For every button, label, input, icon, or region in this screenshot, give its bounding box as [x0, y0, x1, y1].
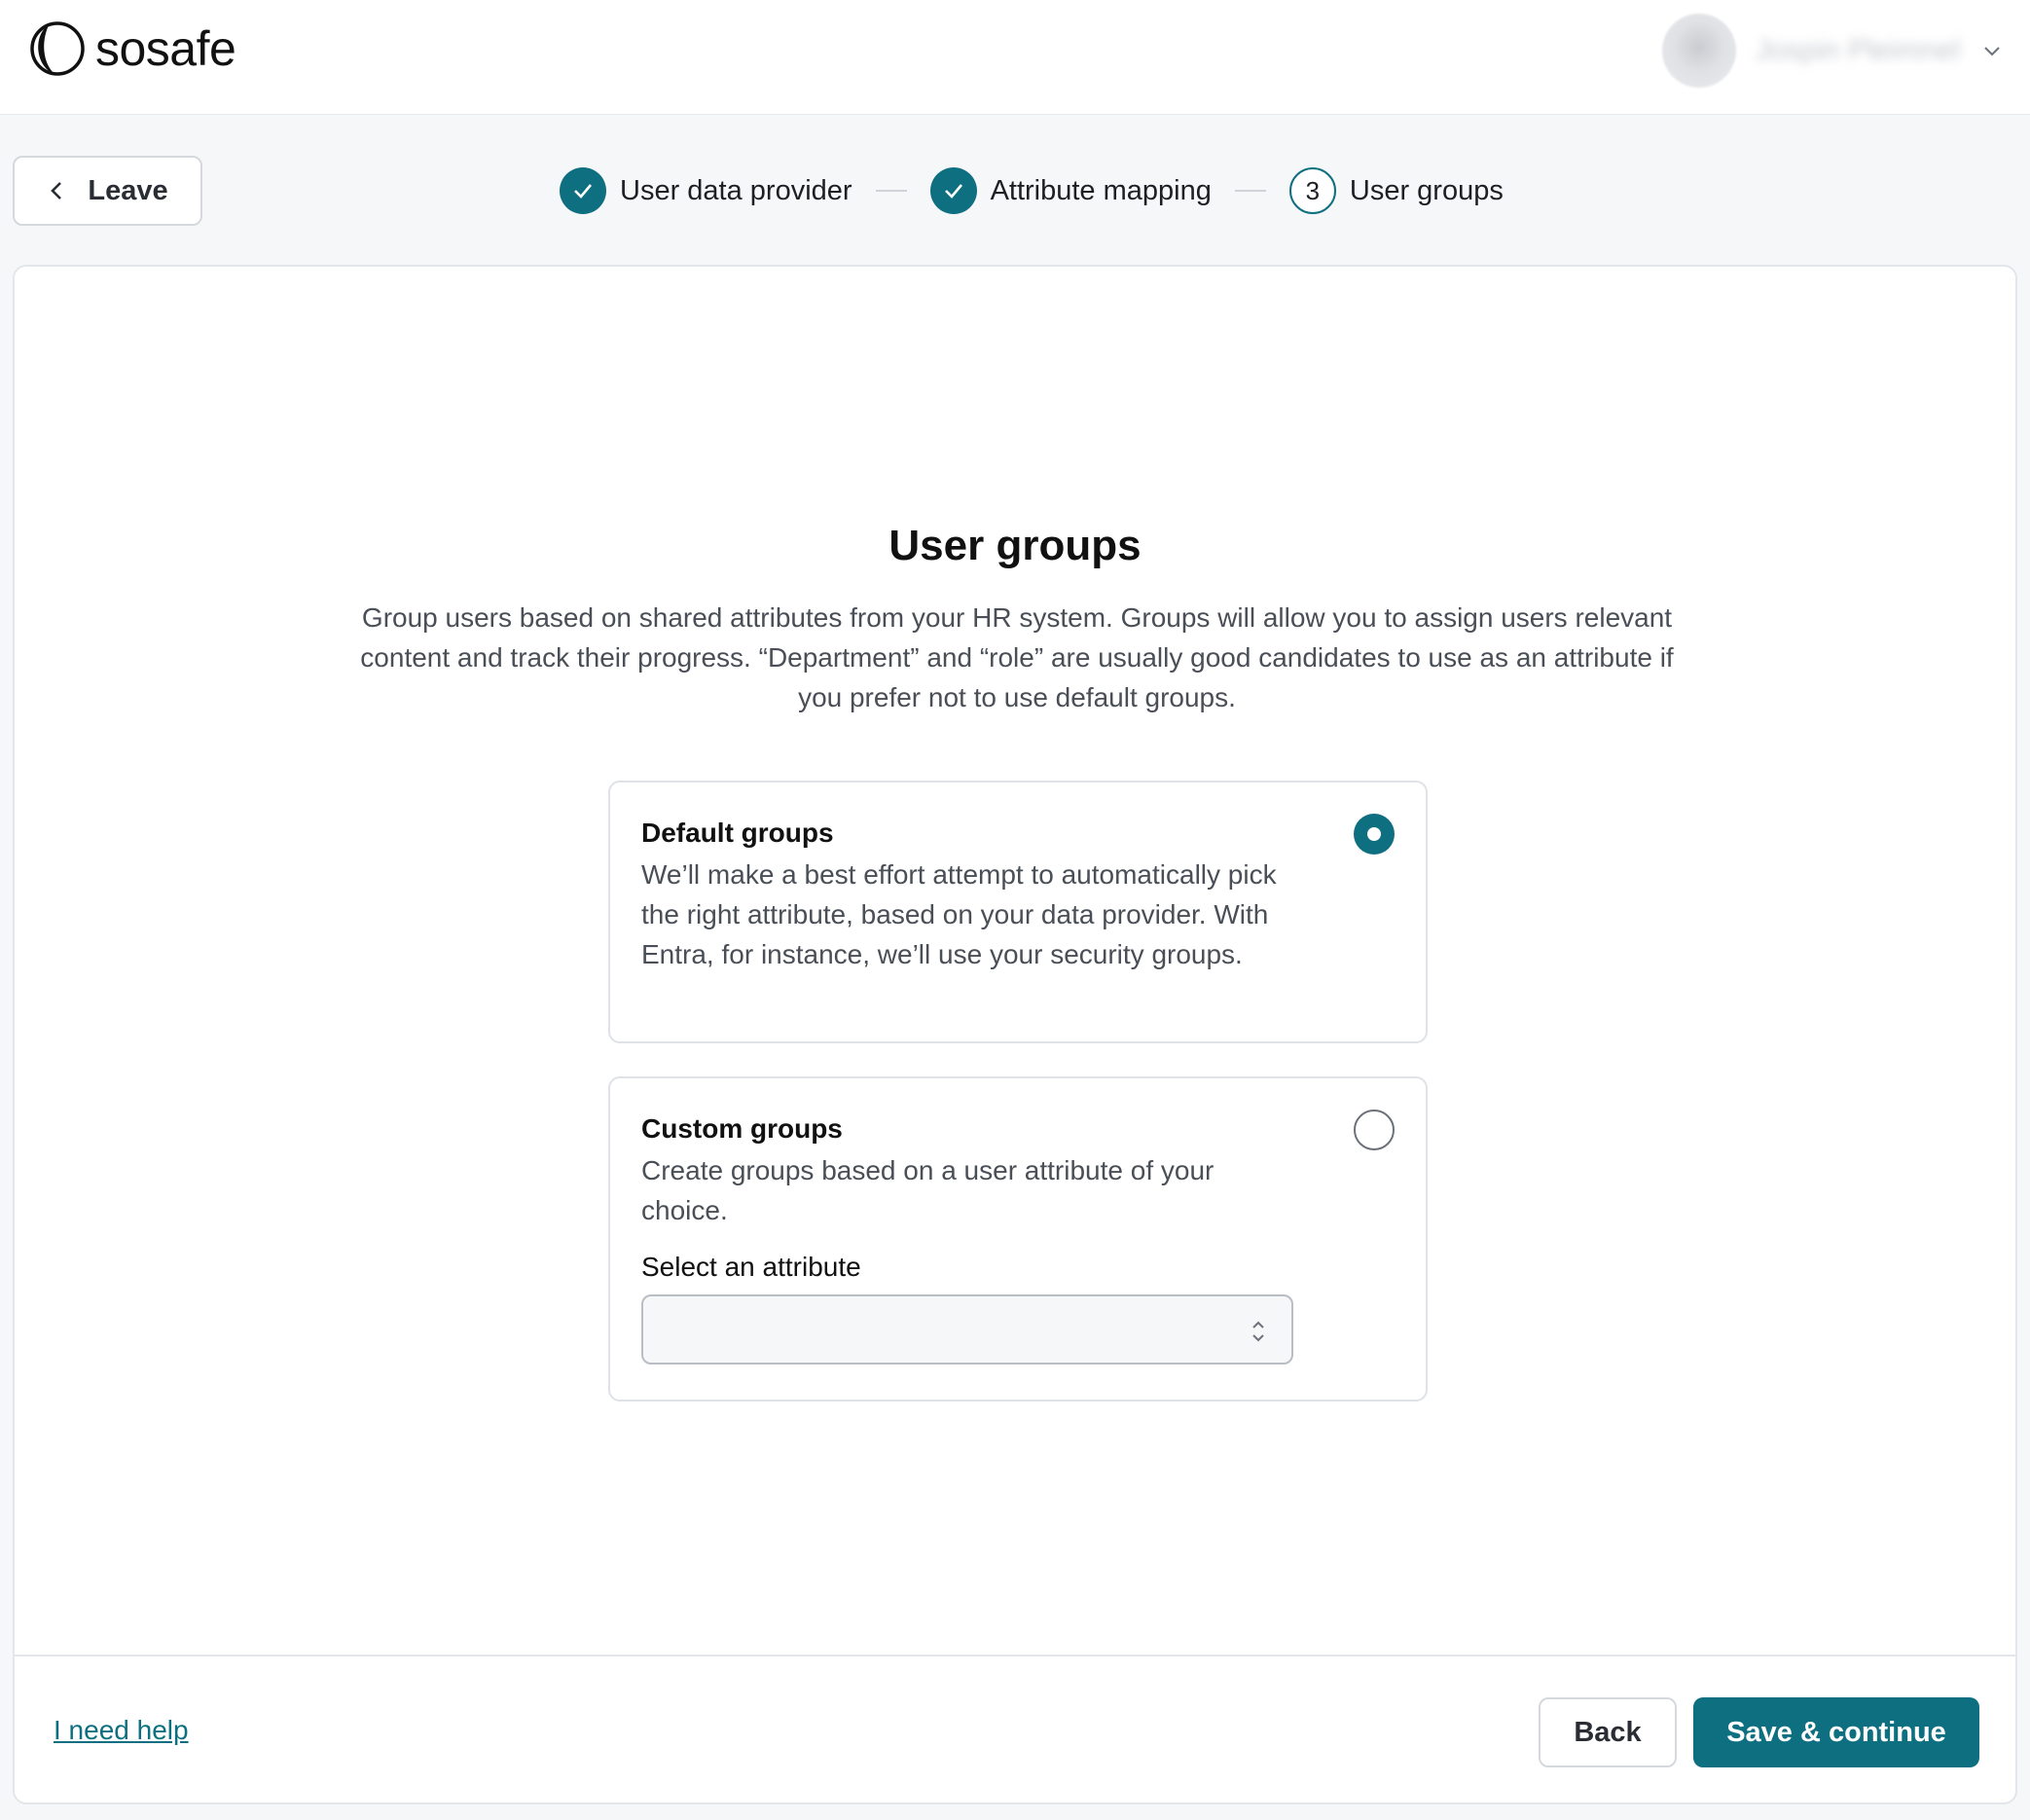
option-title: Custom groups	[641, 1113, 843, 1144]
step-user-groups: 3 User groups	[1288, 167, 1504, 214]
save-continue-button[interactable]: Save & continue	[1693, 1697, 1979, 1767]
user-name: Jospin Pleimnel	[1756, 34, 1960, 66]
chevron-down-icon	[1984, 47, 2000, 56]
chevron-left-icon	[51, 182, 62, 200]
chevron-up-down-icon	[1252, 1321, 1264, 1342]
step-label: User groups	[1349, 174, 1504, 206]
progress-stepper: User data provider Attribute mapping 3 U…	[560, 165, 1504, 216]
top-bar: sosafe Jospin Pleimnel	[0, 0, 2030, 115]
page-description: Group users based on shared attributes f…	[360, 602, 1674, 712]
option-description: We’ll make a best effort attempt to auto…	[641, 859, 1277, 969]
step-number: 3	[1288, 167, 1336, 214]
select-attribute-label: Select an attribute	[641, 1252, 861, 1282]
option-custom-groups[interactable]: Custom groups Create groups based on a u…	[608, 1076, 1428, 1401]
option-title: Default groups	[641, 818, 834, 848]
radio-default-groups[interactable]	[1354, 814, 1395, 855]
step-label: Attribute mapping	[990, 174, 1212, 206]
option-description: Create groups based on a user attribute …	[641, 1155, 1214, 1225]
back-button[interactable]: Back	[1539, 1697, 1677, 1767]
brand-name: sosafe	[95, 21, 236, 76]
user-menu[interactable]: Jospin Pleimnel	[1662, 14, 2005, 88]
radio-custom-groups[interactable]	[1354, 1110, 1395, 1150]
step-user-data-provider: User data provider	[560, 167, 852, 214]
footer-divider	[15, 1655, 2015, 1656]
checkmark-icon	[560, 167, 606, 214]
step-attribute-mapping: Attribute mapping	[929, 167, 1212, 214]
help-link[interactable]: I need help	[54, 1715, 189, 1746]
step-divider	[1234, 190, 1266, 192]
option-default-groups[interactable]: Default groups We’ll make a best effort …	[608, 781, 1428, 1043]
main-card: User groups Group users based on shared …	[13, 265, 2017, 1804]
checkmark-icon	[929, 167, 977, 214]
step-label: User data provider	[620, 174, 852, 206]
sosafe-logo-icon	[30, 21, 85, 76]
leave-label: Leave	[88, 174, 168, 206]
attribute-select[interactable]	[641, 1294, 1293, 1365]
page-title: User groups	[888, 522, 1142, 569]
avatar	[1662, 14, 1736, 88]
leave-button[interactable]: Leave	[13, 156, 202, 226]
step-divider	[875, 190, 907, 192]
sosafe-logo[interactable]: sosafe	[29, 18, 236, 80]
